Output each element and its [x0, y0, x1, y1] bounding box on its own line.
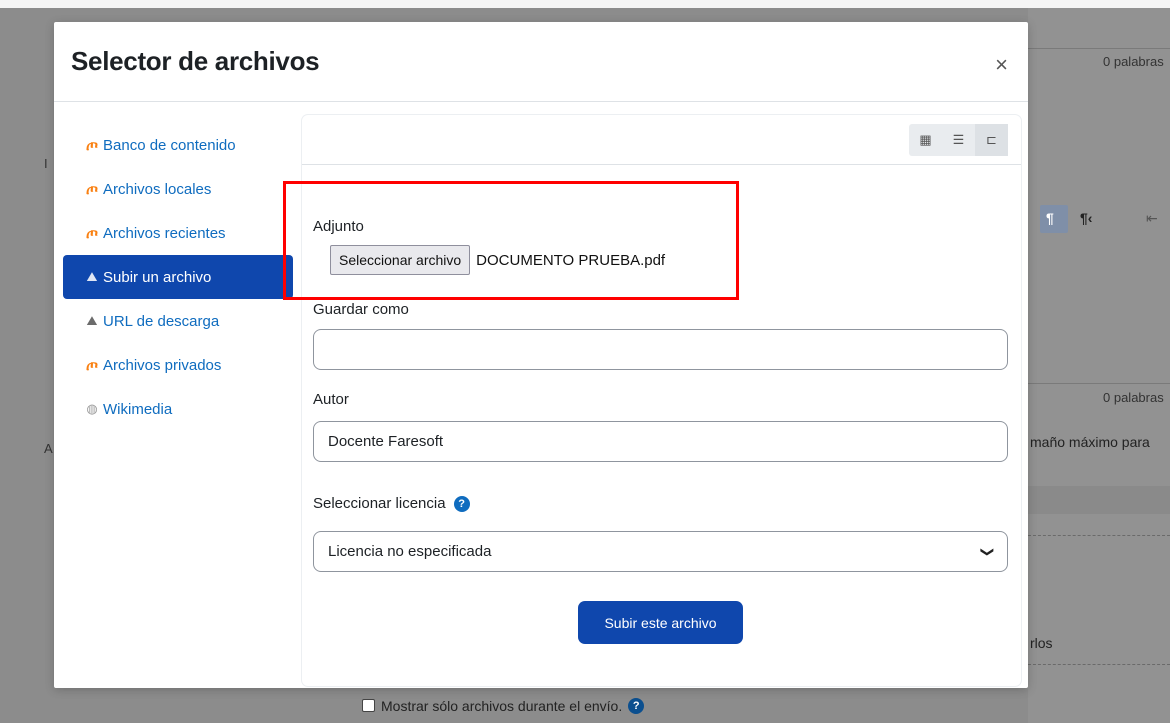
- repository-list: ጦ Banco de contenido ጦ Archivos locales …: [63, 123, 293, 431]
- attachment-label: Adjunto: [313, 218, 364, 235]
- moodle-icon: ጦ: [85, 136, 99, 154]
- moodle-icon: ጦ: [85, 180, 99, 198]
- repository-recent-files[interactable]: ጦ Archivos recientes: [63, 211, 293, 255]
- license-label-row: Seleccionar licencia ?: [313, 495, 470, 512]
- dialog-title: Selector de archivos: [71, 46, 320, 76]
- background-editor-panel: [1028, 8, 1170, 723]
- url-download-icon: ⛰: [86, 313, 98, 328]
- repository-label: Archivos locales: [103, 180, 212, 198]
- background-toolbar-button: [1040, 205, 1068, 233]
- background-fragment: A: [44, 441, 53, 456]
- background-fragment: rlos: [1030, 635, 1053, 651]
- file-input-row: Seleccionar archivo DOCUMENTO PRUEBA.pdf: [330, 245, 665, 275]
- background-top-strip: [0, 0, 1170, 8]
- help-icon[interactable]: ?: [628, 697, 645, 714]
- repository-wikimedia[interactable]: ◍ Wikimedia: [63, 387, 293, 431]
- upload-icon: ⛰: [86, 269, 98, 284]
- wikimedia-icon: ◍: [86, 401, 98, 416]
- background-dashed-line: [1028, 664, 1170, 665]
- save-as-label: Guardar como: [313, 301, 409, 318]
- help-icon[interactable]: ?: [453, 495, 470, 512]
- outdent-icon: ⇤: [1146, 210, 1158, 226]
- chevron-down-icon: ❯: [980, 546, 996, 557]
- word-count-mid: 0 palabras: [1103, 390, 1164, 405]
- upload-panel: ▦ ☰ ⊏ Adjunto Seleccionar archivo DOCUME…: [302, 115, 1021, 686]
- repository-label: Archivos recientes: [103, 224, 226, 242]
- show-only-files-checkbox[interactable]: [362, 699, 375, 712]
- background-divider: [1028, 48, 1170, 49]
- view-toolbar: ▦ ☰ ⊏: [302, 115, 1021, 165]
- background-divider: [1028, 383, 1170, 384]
- view-mode-group: ▦ ☰ ⊏: [909, 124, 1008, 156]
- grid-view-icon[interactable]: ▦: [909, 124, 942, 156]
- pilcrow-rtl-icon: ¶: [1046, 210, 1054, 226]
- author-input[interactable]: Docente Faresoft: [313, 421, 1008, 462]
- license-label: Seleccionar licencia: [313, 495, 446, 512]
- repository-private-files[interactable]: ጦ Archivos privados: [63, 343, 293, 387]
- close-button[interactable]: ×: [995, 53, 1008, 76]
- show-only-files-label: Mostrar sólo archivos durante el envío.: [381, 697, 623, 714]
- moodle-icon: ጦ: [85, 356, 99, 374]
- word-count-top: 0 palabras: [1103, 54, 1164, 69]
- max-size-fragment: maño máximo para: [1030, 434, 1150, 450]
- dialog-header: Selector de archivos ×: [54, 22, 1028, 102]
- save-as-input[interactable]: [313, 329, 1008, 370]
- repository-content-bank[interactable]: ጦ Banco de contenido: [63, 123, 293, 167]
- repository-local-files[interactable]: ጦ Archivos locales: [63, 167, 293, 211]
- list-view-icon[interactable]: ☰: [942, 124, 975, 156]
- repository-label: Wikimedia: [103, 400, 173, 418]
- tree-view-icon[interactable]: ⊏: [975, 124, 1008, 156]
- upload-file-button[interactable]: Subir este archivo: [578, 601, 743, 644]
- pilcrow-ltr-icon: ¶‹: [1080, 210, 1093, 226]
- background-bar: [1028, 486, 1170, 514]
- repository-url-download[interactable]: ⛰ URL de descarga: [63, 299, 293, 343]
- repository-label: Banco de contenido: [103, 136, 236, 154]
- show-only-files-row: Mostrar sólo archivos durante el envío. …: [340, 688, 1170, 723]
- file-picker-dialog: Selector de archivos × ጦ Banco de conten…: [54, 22, 1028, 688]
- license-selected-value: Licencia no especificada: [328, 543, 492, 560]
- repository-upload-file[interactable]: ⛰ Subir un archivo: [63, 255, 293, 299]
- moodle-icon: ጦ: [85, 224, 99, 242]
- dialog-body: ጦ Banco de contenido ጦ Archivos locales …: [54, 103, 1028, 688]
- repository-label: Subir un archivo: [103, 268, 212, 286]
- background-dashed-line: [1028, 535, 1170, 536]
- chosen-file-name: DOCUMENTO PRUEBA.pdf: [476, 251, 666, 269]
- choose-file-button[interactable]: Seleccionar archivo: [330, 245, 471, 275]
- repository-label: Archivos privados: [103, 356, 222, 374]
- author-label: Autor: [313, 391, 349, 408]
- license-select[interactable]: Licencia no especificada ❯: [313, 531, 1008, 572]
- background-fragment: I: [44, 156, 48, 171]
- repository-label: URL de descarga: [103, 312, 220, 330]
